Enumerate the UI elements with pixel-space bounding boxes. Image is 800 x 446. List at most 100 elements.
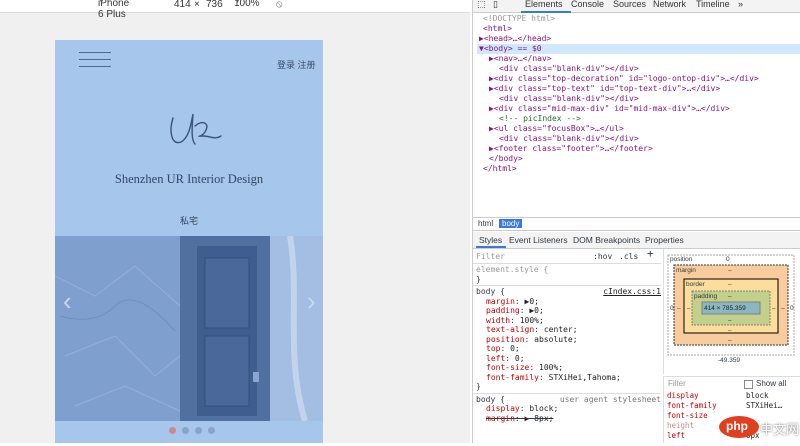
tab-styles[interactable]: Styles (479, 235, 502, 245)
show-all-label: Show all (756, 379, 787, 388)
declaration[interactable]: width: 100%; (476, 316, 658, 326)
computed-filter-input[interactable]: Filter (668, 379, 686, 388)
box-border-top[interactable]: – (728, 281, 732, 288)
dom-node-selected[interactable]: ▼<body> == $0 (477, 44, 800, 54)
login-link[interactable]: 登录 (277, 60, 295, 70)
dom-node[interactable]: ▶<div class="top-decoration" id="logo-on… (477, 74, 800, 84)
dom-node[interactable]: <div class="blank-div"></div> (477, 94, 800, 104)
dom-node[interactable]: <!DOCTYPE html> (477, 14, 800, 24)
box-position-label: position (670, 256, 693, 263)
box-model-diagram: position 0 margin – border – padding – 4… (663, 249, 800, 374)
breadcrumb-html[interactable]: html (475, 219, 496, 228)
box-margin-bottom[interactable]: – (728, 337, 732, 344)
class-toggle[interactable]: .cls (619, 252, 638, 262)
ua-source: user agent stylesheet (559, 394, 661, 404)
tab-network[interactable]: Network (653, 0, 686, 9)
dom-node[interactable]: <div class="blank-div"></div> (477, 134, 800, 144)
declaration[interactable]: top: 0; (476, 344, 658, 354)
box-position-right[interactable]: 0 (790, 305, 794, 312)
declaration[interactable]: font-family: STXiHei,Tahoma; (476, 373, 658, 383)
carousel-image (55, 236, 323, 421)
register-link[interactable]: 注册 (298, 60, 316, 70)
box-margin-top[interactable]: – (728, 267, 732, 274)
tab-elements[interactable]: Elements (525, 0, 563, 9)
tab-timeline[interactable]: Timeline (696, 0, 730, 9)
device-viewport: iPhone 6 Plus ▼ 414 × 736 100% ▼ ⦸ 登录 注册… (0, 0, 470, 443)
dom-node[interactable]: <div class="blank-div"></div> (477, 64, 800, 74)
inspect-element-icon[interactable]: ⬚ (477, 0, 486, 10)
box-content-size[interactable]: 414 × 785.359 (704, 305, 746, 312)
ua-rule: body { user agent stylesheet display: bl… (473, 394, 661, 425)
tab-properties[interactable]: Properties (645, 235, 684, 245)
dom-node[interactable]: <html> (477, 24, 800, 34)
device-mode-icon[interactable]: ▯ (493, 0, 498, 10)
dom-node[interactable]: </html> (477, 164, 800, 174)
box-margin-label: margin (676, 267, 696, 274)
dom-tree: <!DOCTYPE html> <html> ▶<head>…</head> ▼… (477, 14, 800, 174)
phone-screen: 登录 注册 Shenzhen UR Interior Design 私宅 ‹ › (55, 40, 323, 443)
styles-filter-row: Filter :hov .cls + (473, 248, 661, 264)
show-all-checkbox[interactable] (744, 380, 753, 389)
chevron-down-icon: ▼ (98, 0, 105, 5)
brand-name: Shenzhen UR Interior Design (114, 172, 264, 186)
carousel-dot-4[interactable] (208, 427, 215, 434)
sidebar-tabbar: Styles Event Listeners DOM Breakpoints P… (473, 232, 800, 249)
tab-dom-breakpoints[interactable]: DOM Breakpoints (573, 235, 640, 245)
box-padding-top[interactable]: – (728, 293, 732, 300)
rotate-icon[interactable]: ⦸ (276, 0, 283, 10)
styles-filter-input[interactable]: Filter (476, 252, 505, 262)
watermark-php: php (726, 419, 748, 433)
box-border-left[interactable]: – (687, 305, 691, 312)
hover-state-toggle[interactable]: :hov (593, 252, 612, 262)
dom-node[interactable]: ▶<head>…</head> (477, 34, 800, 44)
box-margin-left[interactable]: – (677, 305, 681, 312)
declaration[interactable]: text-align: center; (476, 325, 658, 335)
box-position-left[interactable]: 0 (670, 305, 674, 312)
ur-logo (170, 113, 222, 145)
body-rule: body { cIndex.css:1 margin: ▶0; padding:… (473, 286, 661, 394)
box-position-top[interactable]: 0 (726, 256, 730, 263)
dom-node[interactable]: ▶<div class="mid-max-div" id="mid-max-di… (477, 104, 800, 114)
dom-node[interactable]: ▶<footer class="footer">…</footer> (477, 144, 800, 154)
carousel-dot-3[interactable] (195, 427, 202, 434)
styles-pane: Filter :hov .cls + element.style { } bod… (473, 248, 661, 443)
width-field[interactable]: 414 (174, 0, 191, 10)
breadcrumb-body[interactable]: body (499, 219, 523, 228)
add-rule-button[interactable]: + (647, 248, 654, 258)
box-padding-bottom[interactable]: – (728, 317, 732, 324)
carousel-prev-arrow[interactable]: ‹ (63, 286, 72, 317)
box-border-label: border (686, 281, 705, 288)
dom-node[interactable]: ▶<div class="top-text" id="top-text-div"… (477, 84, 800, 94)
carousel-dot-1[interactable] (169, 427, 176, 434)
box-margin-right[interactable]: – (781, 305, 785, 312)
breadcrumb: html body (473, 217, 800, 231)
carousel-next-arrow[interactable]: › (307, 286, 316, 317)
dimension-separator: × (194, 0, 200, 10)
height-field[interactable]: 736 (206, 0, 223, 10)
tab-event-listeners[interactable]: Event Listeners (509, 235, 568, 245)
declaration[interactable]: font-size: 100%; (476, 363, 658, 373)
more-tabs-icon[interactable]: » (738, 0, 743, 9)
tab-sources[interactable]: Sources (613, 0, 646, 9)
dom-comment[interactable]: <!-- picIndex --> (477, 114, 800, 124)
declaration[interactable]: margin: ▶0; (476, 297, 658, 307)
declaration[interactable]: left: 0; (476, 354, 658, 364)
active-tab-indicator (521, 11, 571, 13)
box-border-bottom[interactable]: – (728, 327, 732, 334)
computed-filter-row: Filter Show all (663, 376, 800, 391)
declaration: display: block; (486, 404, 559, 413)
dom-node[interactable]: </body> (477, 154, 800, 164)
box-border-right[interactable]: – (772, 305, 776, 312)
box-padding-label: padding (694, 293, 718, 300)
box-position-bottom[interactable]: -49.359 (718, 357, 740, 364)
rule-source-link[interactable]: cIndex.css:1 (603, 287, 661, 297)
hamburger-menu-icon[interactable] (79, 52, 111, 68)
tab-console[interactable]: Console (571, 0, 604, 9)
dom-node[interactable]: ▶<nav>…</nav> (477, 54, 800, 64)
dom-node[interactable]: ▶<ul class="focusBox">…</ul> (477, 124, 800, 134)
declaration-overridden: margin: ▶ 8px; (486, 413, 554, 423)
declaration[interactable]: position: absolute; (476, 335, 658, 345)
carousel-dot-2[interactable] (182, 427, 189, 434)
declaration[interactable]: padding: ▶0; (476, 306, 658, 316)
watermark-cn: 中文网 (760, 422, 800, 437)
